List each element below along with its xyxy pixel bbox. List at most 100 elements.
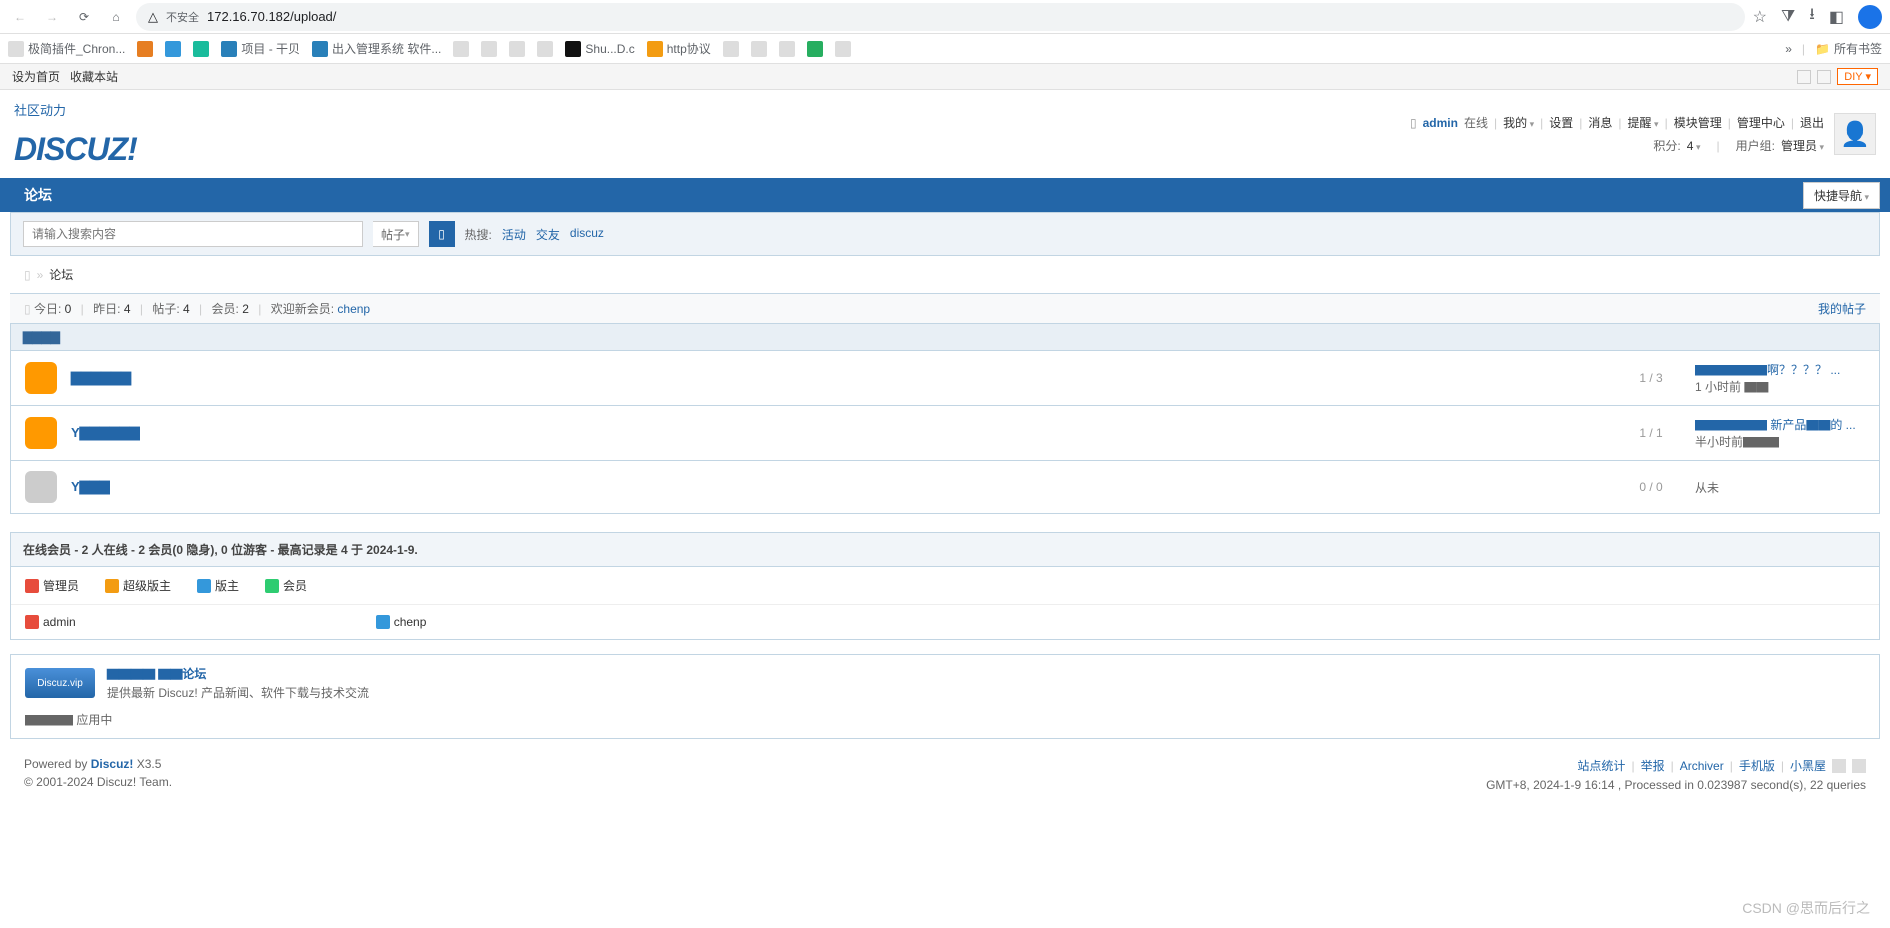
forum-icon bbox=[25, 362, 57, 394]
bookmark-item[interactable] bbox=[509, 41, 525, 57]
user-avatar[interactable]: 👤 bbox=[1834, 113, 1876, 155]
online-header: 在线会员 - 2 人在线 - 2 会员(0 隐身), 0 位游客 - 最高记录是… bbox=[11, 533, 1879, 567]
bookmark-item[interactable] bbox=[723, 41, 739, 57]
bookmark-item[interactable] bbox=[453, 41, 469, 57]
admin-center-link[interactable]: 管理中心 bbox=[1737, 114, 1785, 131]
footer-link[interactable]: Archiver bbox=[1680, 759, 1724, 773]
bookmark-item[interactable] bbox=[751, 41, 767, 57]
online-user[interactable]: chenp bbox=[376, 615, 427, 629]
address-bar[interactable]: △ 不安全 172.16.70.182/upload/ bbox=[136, 3, 1745, 31]
diy-button[interactable]: DIY ▾ bbox=[1837, 68, 1878, 85]
bookmark-item[interactable] bbox=[165, 41, 181, 57]
bookmark-item[interactable] bbox=[537, 41, 553, 57]
bookmarks-bar: 极简插件_Chron... 项目 - 干贝 出入管理系统 软件... Shu..… bbox=[0, 34, 1890, 64]
breadcrumb-forum[interactable]: 论坛 bbox=[49, 266, 73, 283]
panel-icon[interactable]: ◧ bbox=[1829, 7, 1844, 27]
top-small-bar: 设为首页 收藏本站 DIY ▾ bbox=[0, 64, 1890, 90]
set-home-link[interactable]: 设为首页 bbox=[12, 68, 60, 85]
footer-link[interactable]: 小黑屋 bbox=[1790, 757, 1826, 774]
logo-subtitle: 社区动力 bbox=[14, 100, 137, 119]
favorite-link[interactable]: 收藏本站 bbox=[70, 68, 118, 85]
home-button[interactable]: ⌂ bbox=[104, 5, 128, 29]
star-icon[interactable]: ☆ bbox=[1753, 7, 1767, 27]
discuz-link[interactable]: Discuz! bbox=[91, 757, 134, 771]
category-header[interactable]: ▇▇▇▇ bbox=[10, 324, 1880, 351]
my-dropdown[interactable]: 我的 bbox=[1503, 114, 1534, 131]
bookmark-item[interactable] bbox=[807, 41, 823, 57]
hot-search-link[interactable]: discuz bbox=[570, 226, 604, 243]
home-icon[interactable]: ▯ bbox=[24, 268, 31, 282]
settings-link[interactable]: 设置 bbox=[1549, 114, 1573, 131]
forward-button[interactable]: → bbox=[40, 5, 64, 29]
bookmark-overflow[interactable]: » bbox=[1785, 42, 1792, 56]
reload-button[interactable]: ⟳ bbox=[72, 5, 96, 29]
profile-avatar[interactable] bbox=[1858, 5, 1882, 29]
my-posts-link[interactable]: 我的帖子 bbox=[1818, 300, 1866, 317]
points-label: 积分: bbox=[1653, 137, 1680, 154]
url-text: 172.16.70.182/upload/ bbox=[207, 9, 336, 24]
bookmark-item[interactable]: Shu...D.c bbox=[565, 41, 634, 57]
forum-name-link[interactable]: Y▇▇▇▇▇▇ bbox=[71, 425, 1607, 441]
bookmark-item[interactable]: 项目 - 干贝 bbox=[221, 40, 300, 57]
logout-link[interactable]: 退出 bbox=[1800, 114, 1824, 131]
points-value[interactable]: 4 bbox=[1687, 139, 1701, 153]
search-input[interactable] bbox=[23, 221, 363, 247]
back-button[interactable]: ← bbox=[8, 5, 32, 29]
extensions-icon[interactable]: ⧩ bbox=[1781, 8, 1795, 26]
bookmark-item[interactable]: http协议 bbox=[647, 40, 711, 57]
online-user[interactable]: admin bbox=[25, 615, 76, 629]
messages-link[interactable]: 消息 bbox=[1588, 114, 1612, 131]
bookmark-item[interactable] bbox=[835, 41, 851, 57]
promo-title[interactable]: ▇▇▇▇ ▇▇论坛 bbox=[107, 665, 369, 682]
forum-last-post: 从未 bbox=[1695, 479, 1865, 496]
hot-search-link[interactable]: 交友 bbox=[536, 226, 560, 243]
search-button[interactable]: ▯ bbox=[429, 221, 455, 247]
insecure-icon: △ bbox=[148, 9, 158, 25]
bookmark-item[interactable] bbox=[137, 41, 153, 57]
bookmark-item[interactable]: 出入管理系统 软件... bbox=[312, 40, 441, 57]
footer-link[interactable]: 举报 bbox=[1641, 757, 1665, 774]
browser-toolbar: ← → ⟳ ⌂ △ 不安全 172.16.70.182/upload/ ☆ ⧩ … bbox=[0, 0, 1890, 34]
username-link[interactable]: admin bbox=[1423, 116, 1458, 130]
bookmark-item[interactable] bbox=[779, 41, 795, 57]
search-bar: 帖子 ▯ 热搜: 活动 交友 discuz bbox=[10, 212, 1880, 256]
promo-box: Discuz.vip ▇▇▇▇ ▇▇论坛 提供最新 Discuz! 产品新闻、软… bbox=[10, 654, 1880, 739]
all-bookmarks[interactable]: 📁 所有书签 bbox=[1815, 40, 1882, 57]
quick-nav-button[interactable]: 快捷导航 bbox=[1803, 182, 1880, 209]
module-mgmt-link[interactable]: 模块管理 bbox=[1674, 114, 1722, 131]
site-logo[interactable]: 社区动力 DISCUZ! bbox=[14, 100, 137, 168]
bookmark-item[interactable]: 极简插件_Chron... bbox=[8, 40, 125, 57]
forum-last-post: ▇▇▇▇▇▇ 新产品▇▇的 ... 半小时前▇▇▇ bbox=[1695, 416, 1865, 450]
reminders-dropdown[interactable]: 提醒 bbox=[1628, 114, 1659, 131]
footer-link[interactable]: 手机版 bbox=[1739, 757, 1775, 774]
bookmark-item[interactable] bbox=[193, 41, 209, 57]
gmt-info: GMT+8, 2024-1-9 16:14 , Processed in 0.0… bbox=[1486, 778, 1866, 792]
copyright: © 2001-2024 Discuz! Team. bbox=[24, 775, 172, 789]
newest-member-link[interactable]: chenp bbox=[337, 302, 370, 316]
hot-search-link[interactable]: 活动 bbox=[502, 226, 526, 243]
forum-icon bbox=[25, 417, 57, 449]
user-area: ▯ admin 在线 | 我的 | 设置 | 消息 | 提醒 | 模块管理 | … bbox=[1410, 113, 1876, 155]
footer-link[interactable]: 站点统计 bbox=[1577, 757, 1625, 774]
group-label: 用户组: bbox=[1736, 137, 1775, 154]
watermark: CSDN @思而后行之 bbox=[1742, 898, 1870, 918]
footer-icon bbox=[1852, 759, 1866, 773]
promo-badge[interactable]: Discuz.vip bbox=[25, 668, 95, 698]
supermod-color-icon bbox=[105, 579, 119, 593]
group-value[interactable]: 管理员 bbox=[1781, 137, 1824, 154]
user-icon: ▯ bbox=[1410, 116, 1417, 130]
download-icon[interactable]: ⭳ bbox=[1809, 3, 1815, 30]
online-status: 在线 bbox=[1464, 114, 1488, 131]
bookmark-item[interactable] bbox=[481, 41, 497, 57]
forum-name-link[interactable]: ▇▇▇▇▇▇ bbox=[71, 370, 1607, 386]
forum-name-link[interactable]: Y▇▇▇ bbox=[71, 479, 1607, 495]
admin-color-icon bbox=[25, 579, 39, 593]
nav-forum-tab[interactable]: 论坛 bbox=[10, 185, 66, 205]
square-button-1[interactable] bbox=[1797, 70, 1811, 84]
online-box: 在线会员 - 2 人在线 - 2 会员(0 隐身), 0 位游客 - 最高记录是… bbox=[10, 532, 1880, 640]
square-button-2[interactable] bbox=[1817, 70, 1831, 84]
search-type-dropdown[interactable]: 帖子 bbox=[373, 221, 419, 247]
promo-desc: 提供最新 Discuz! 产品新闻、软件下载与技术交流 bbox=[107, 684, 369, 701]
online-legend: 管理员 超级版主 版主 会员 bbox=[11, 567, 1879, 605]
forum-last-post: ▇▇▇▇▇▇啊？？？？ ... 1 小时前 ▇▇ bbox=[1695, 361, 1865, 395]
